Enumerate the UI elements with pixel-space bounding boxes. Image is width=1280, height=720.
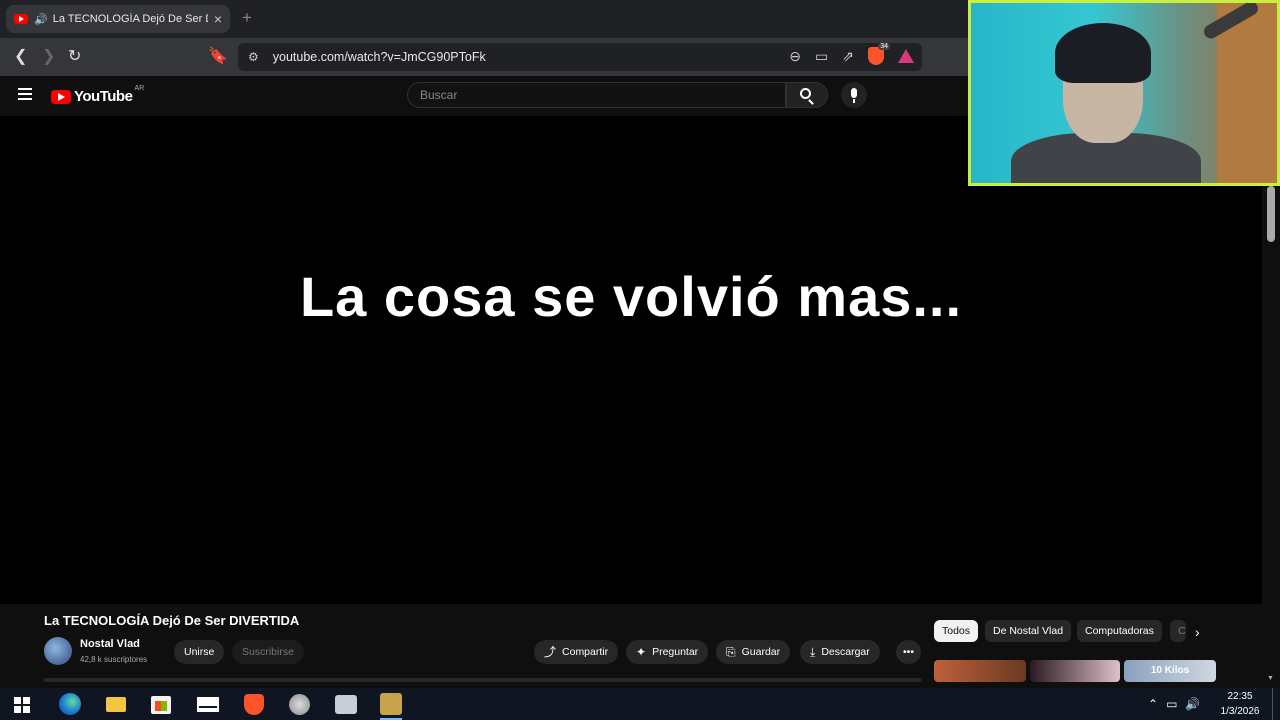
channel-avatar[interactable] [44, 637, 72, 665]
brave-rewards-icon[interactable] [898, 49, 914, 63]
show-desktop-button[interactable] [1272, 688, 1273, 720]
share-button[interactable]: ⤴ Compartir [534, 640, 619, 664]
tab-title: La TECNOLOGÍA Dejó De Ser DIVERTIDA - Yo… [52, 13, 208, 25]
brave-shields-icon[interactable]: 34 [868, 43, 890, 65]
menu-icon[interactable] [18, 88, 32, 100]
mail-icon[interactable] [197, 697, 219, 712]
download-icon: ⤓ [810, 645, 816, 659]
youtube-logo-text: YouTube [74, 88, 133, 105]
reload-button[interactable]: ↻ [68, 46, 81, 66]
site-settings-icon[interactable]: ⚙ [248, 50, 259, 64]
download-label: Descargar [821, 646, 870, 658]
back-button[interactable]: ❮ [14, 46, 27, 66]
brave-browser-icon[interactable] [244, 694, 264, 715]
subscribe-label: Suscribirse [242, 646, 294, 658]
taskbar-clock[interactable]: 22:35 1/3/2026 [1212, 688, 1268, 719]
join-button[interactable]: Unirse [174, 640, 225, 664]
ask-button[interactable]: ✦ Preguntar [626, 640, 709, 664]
save-label: Guardar [741, 646, 781, 658]
chip-all[interactable]: Todos [934, 620, 979, 642]
subscribe-button[interactable]: Suscribirse [232, 640, 304, 664]
thumbnail-2[interactable] [1030, 660, 1120, 682]
chip-computers[interactable]: Computadoras [1077, 620, 1162, 642]
volume-icon[interactable]: 🔊 [1185, 697, 1200, 711]
share-icon[interactable]: ⇗ [842, 48, 854, 65]
bookmark-save-icon: ⎘ [726, 645, 736, 659]
video-player[interactable]: La cosa se volvió mas... [0, 116, 1262, 604]
taskbar: ⌃ ▭ 🔊 22:35 1/3/2026 [0, 688, 1280, 720]
address-bar[interactable]: ⚙ youtube.com/watch?v=JmCG90PToFk ⊖ ▭ ⇗ … [238, 43, 922, 71]
youtube-logo[interactable]: YouTube AR [51, 85, 145, 105]
scrollbar-thumb[interactable] [1267, 186, 1275, 242]
webcam-overlay [968, 0, 1280, 186]
address-bar-actions: ⊖ ▭ ⇗ 34 [789, 43, 914, 65]
channel-name[interactable]: Nostal Vlad [80, 638, 140, 650]
download-button[interactable]: ⤓ Descargar [800, 640, 880, 664]
share-label: Compartir [562, 646, 609, 658]
forward-button[interactable]: ❯ [42, 46, 55, 66]
zoom-icon[interactable]: ⊖ [789, 48, 801, 65]
url-text: youtube.com/watch?v=JmCG90PToFk [272, 50, 486, 64]
thumbnail-3[interactable]: 10 Kilos [1124, 660, 1216, 682]
video-overlay-text: La cosa se volvió mas... [299, 265, 963, 328]
ask-label: Preguntar [652, 646, 699, 658]
league-of-legends-icon[interactable] [380, 693, 402, 715]
file-explorer-icon[interactable] [106, 697, 126, 712]
thumbnail-1[interactable] [934, 660, 1026, 682]
speaker-icon[interactable]: 🔊 [34, 13, 48, 26]
screen: 🔊 La TECNOLOGÍA Dejó De Ser DIVERTIDA - … [0, 0, 1280, 720]
browser-tab-youtube[interactable]: 🔊 La TECNOLOGÍA Dejó De Ser DIVERTIDA - … [6, 5, 230, 33]
join-label: Unirse [184, 646, 215, 658]
description-box-edge [44, 678, 922, 682]
share-arrow-icon: ⤴ [544, 645, 557, 659]
clock-date: 1/3/2026 [1220, 706, 1260, 717]
more-actions-button[interactable]: ••• [896, 640, 922, 664]
video-title: La TECNOLOGÍA Dejó De Ser DIVERTIDA [44, 613, 300, 628]
search-icon [800, 88, 811, 99]
scroll-down-icon[interactable]: ▼ [1267, 675, 1274, 682]
sparkle-icon: ✦ [636, 645, 647, 659]
youtube-favicon-icon [14, 14, 28, 24]
chip-partial[interactable]: C [1170, 620, 1186, 642]
chip-channel[interactable]: De Nostal Vlad [985, 620, 1072, 642]
page-scrollbar[interactable]: ▼ [1262, 116, 1280, 688]
bookmark-icon[interactable]: 🔖 [208, 46, 228, 66]
more-icon: ••• [903, 646, 915, 658]
search-button[interactable] [786, 82, 828, 108]
store-icon[interactable] [151, 696, 171, 714]
app-window-icon[interactable] [335, 695, 357, 714]
webcam-person-hair [1055, 23, 1151, 83]
save-button[interactable]: ⎘ Guardar [716, 640, 791, 664]
youtube-play-icon [51, 89, 71, 104]
video-info: La TECNOLOGÍA Dejó De Ser DIVERTIDA Nost… [0, 604, 1262, 688]
subscriber-count: 42,8 k suscriptores [80, 655, 148, 664]
windows-start-icon[interactable] [14, 697, 30, 713]
chips-next-icon[interactable]: › [1195, 624, 1200, 640]
search-input[interactable]: Buscar [407, 82, 786, 108]
tray-expand-icon[interactable]: ⌃ [1148, 697, 1158, 711]
voice-search-button[interactable] [841, 82, 867, 108]
system-tray: ⌃ ▭ 🔊 [1148, 697, 1200, 711]
edge-icon[interactable] [59, 693, 81, 715]
country-code: AR [134, 85, 145, 92]
shields-badge: 34 [878, 43, 890, 50]
new-tab-button[interactable]: + [242, 8, 252, 28]
close-tab-icon[interactable]: × [214, 11, 222, 27]
cast-icon[interactable]: ▭ [815, 48, 828, 65]
app-icon[interactable] [289, 694, 310, 715]
clock-time: 22:35 [1227, 691, 1253, 702]
network-icon[interactable]: ▭ [1166, 697, 1177, 711]
